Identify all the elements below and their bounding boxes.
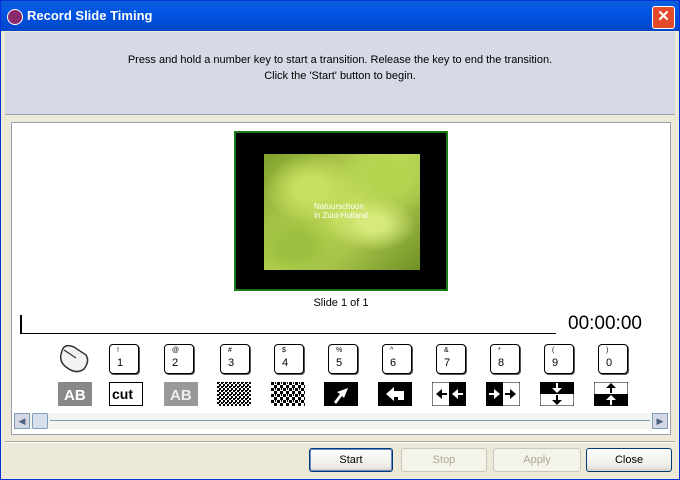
dissolve-icon[interactable] [217, 382, 251, 406]
key-number: 8 [498, 357, 505, 369]
wipe-down-icon[interactable] [540, 382, 574, 406]
separator [5, 441, 675, 443]
key-number: 3 [228, 357, 235, 369]
wipe-left-icon[interactable] [432, 382, 466, 406]
slide-caption: Natuurschoon in Zuid-Holland [314, 202, 368, 220]
dialog-window: Record Slide Timing ✕ Press and hold a n… [0, 0, 680, 480]
horizontal-scrollbar[interactable]: ◀ ▶ [14, 413, 668, 429]
key-number: 1 [117, 357, 124, 369]
pixelate-icon[interactable] [271, 382, 305, 406]
cut-icon[interactable]: cut [109, 382, 143, 406]
key-number: 9 [552, 357, 559, 369]
title-bar[interactable]: Record Slide Timing ✕ [1, 1, 679, 31]
key-number: 7 [444, 357, 451, 369]
stop-button[interactable]: Stop [401, 448, 487, 472]
window-title: Record Slide Timing [27, 8, 153, 23]
key-2: @2 [164, 344, 194, 374]
slide-counter: Slide 1 of 1 [313, 297, 369, 309]
key-number: 0 [606, 357, 613, 369]
close-window-button[interactable]: ✕ [652, 6, 675, 29]
key-3: #3 [220, 344, 250, 374]
slide-caption-line-1: Natuurschoon [314, 202, 364, 211]
key-cap: * 8 [490, 344, 520, 374]
key-cap: ^ 6 [382, 344, 412, 374]
key-cap: (9 [544, 344, 574, 374]
slide-preview: Natuurschoon in Zuid-Holland [234, 131, 448, 291]
svg-text:AB: AB [170, 387, 192, 404]
svg-text:AB: AB [64, 387, 86, 404]
key-cap: #3 [220, 344, 250, 374]
key-cap: @2 [164, 344, 194, 374]
svg-text:cut: cut [112, 386, 133, 402]
timer-display: 00:00:00 [568, 313, 642, 334]
key-4: $4 [274, 344, 304, 374]
key-cap: ! 1 [109, 344, 139, 374]
timeline-marker[interactable] [20, 315, 22, 333]
slide-image: Natuurschoon in Zuid-Holland [264, 154, 420, 270]
start-button[interactable]: Start [309, 448, 393, 472]
apply-button[interactable]: Apply [493, 448, 581, 472]
key-number: 2 [172, 357, 179, 369]
slide-caption-line-2: in Zuid-Holland [314, 211, 368, 220]
key-symbol: ) [606, 347, 609, 354]
key-symbol: $ [282, 347, 286, 354]
key-number: 6 [390, 357, 397, 369]
crossfade-ab-icon[interactable]: AB [164, 382, 198, 406]
key-7: & 7 [436, 344, 466, 374]
key-cap: $4 [274, 344, 304, 374]
timing-panel: Natuurschoon in Zuid-Holland Slide 1 of … [11, 122, 671, 435]
key-symbol: @ [172, 347, 180, 354]
scroll-right-button[interactable]: ▶ [652, 413, 668, 429]
close-button[interactable]: Close [586, 448, 672, 472]
key-symbol: ( [552, 347, 555, 354]
arrow-left-curve-icon[interactable] [378, 382, 412, 406]
key-symbol: % [336, 347, 343, 354]
key-symbol: ! [117, 347, 119, 354]
wipe-right-icon[interactable] [486, 382, 520, 406]
instruction-line-1: Press and hold a number key to start a t… [127, 54, 553, 66]
arrow-up-right-icon[interactable] [324, 382, 358, 406]
key-cap: % 5 [328, 344, 358, 374]
fade-ab-icon[interactable]: AB [58, 382, 92, 406]
app-icon [7, 9, 23, 25]
key-0: ) 0 [598, 344, 628, 374]
scroll-thumb[interactable] [32, 413, 48, 429]
instruction-line-2: Click the 'Start' button to begin. [264, 70, 416, 82]
timeline[interactable] [20, 315, 556, 334]
instruction-panel: Press and hold a number key to start a t… [5, 32, 675, 115]
mouse-icon [59, 344, 89, 373]
scroll-track[interactable] [50, 420, 650, 421]
key-cap: & 7 [436, 344, 466, 374]
key-5: % 5 [328, 344, 358, 374]
key-number: 5 [336, 357, 343, 369]
key-6: ^ 6 [382, 344, 412, 374]
key-symbol: ^ [390, 347, 394, 354]
key-symbol: & [444, 347, 449, 354]
key-symbol: # [228, 347, 232, 354]
wipe-up-icon[interactable] [594, 382, 628, 406]
key-number: 4 [282, 357, 289, 369]
key-9: (9 [544, 344, 574, 374]
scroll-left-button[interactable]: ◀ [14, 413, 30, 429]
key-cap: ) 0 [598, 344, 628, 374]
key-8: * 8 [490, 344, 520, 374]
key-symbol: * [498, 347, 501, 354]
key-1: ! 1 [109, 344, 139, 374]
